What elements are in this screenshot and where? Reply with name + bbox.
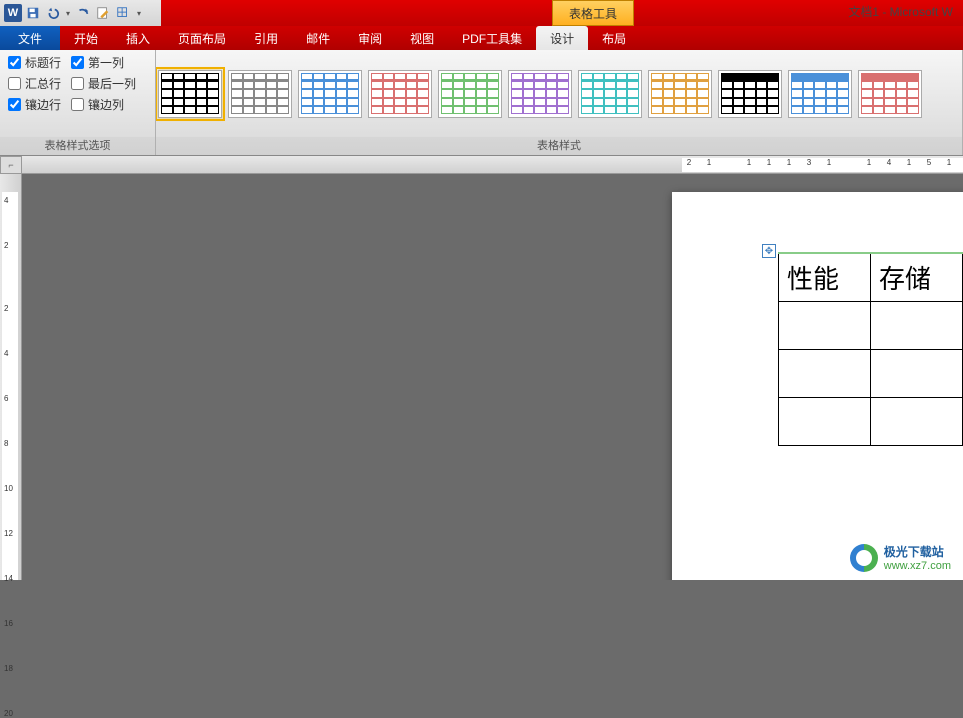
group-table-style-options: 标题行 第一列汇总行 最后一列镶边行 镶边列 表格样式选项 xyxy=(0,50,156,155)
watermark-line2: www.xz7.com xyxy=(884,560,951,572)
edit-icon[interactable] xyxy=(94,4,112,22)
tab-页面布局[interactable]: 页面布局 xyxy=(164,26,240,50)
title-bar: W ▾ ▾ 表格工具 文档1 - Microsoft W xyxy=(0,0,963,26)
checkbox-label: 汇总行 xyxy=(25,75,61,92)
checkbox-label: 镶边行 xyxy=(25,96,61,113)
redo-icon[interactable] xyxy=(74,4,92,22)
table-style-thumb-2[interactable] xyxy=(298,70,362,118)
check-镶边行[interactable]: 镶边行 xyxy=(8,96,61,113)
checkbox-input[interactable] xyxy=(8,56,21,69)
group-label-table-styles: 表格样式 xyxy=(156,137,962,155)
tab-视图[interactable]: 视图 xyxy=(396,26,448,50)
table-cell[interactable] xyxy=(779,397,871,445)
tab-file[interactable]: 文件 xyxy=(0,26,60,50)
vertical-ruler[interactable]: 422468101214161820 xyxy=(0,174,22,580)
tab-邮件[interactable]: 邮件 xyxy=(292,26,344,50)
table-style-thumb-0[interactable] xyxy=(158,70,222,118)
table-cell[interactable]: 性能 xyxy=(779,253,871,301)
save-icon[interactable] xyxy=(24,4,42,22)
table-style-thumb-10[interactable] xyxy=(858,70,922,118)
table-style-thumb-3[interactable] xyxy=(368,70,432,118)
group-table-styles: 表格样式 xyxy=(156,50,963,155)
tab-设计[interactable]: 设计 xyxy=(536,26,588,50)
word-app-icon[interactable]: W xyxy=(4,4,22,22)
checkbox-input[interactable] xyxy=(8,77,21,90)
checkbox-label: 最后一列 xyxy=(88,75,136,92)
document-title: 文档1 - Microsoft W xyxy=(848,3,953,20)
undo-icon[interactable] xyxy=(44,4,62,22)
group-label-style-options: 表格样式选项 xyxy=(0,137,155,155)
checkbox-label: 第一列 xyxy=(88,54,124,71)
table-style-thumb-1[interactable] xyxy=(228,70,292,118)
table-cell[interactable] xyxy=(871,349,963,397)
checkbox-input[interactable] xyxy=(8,98,21,111)
tab-插入[interactable]: 插入 xyxy=(112,26,164,50)
tab-布局[interactable]: 布局 xyxy=(588,26,640,50)
ruler-corner[interactable]: ⌐ xyxy=(0,156,22,174)
checkbox-input[interactable] xyxy=(71,77,84,90)
document-table[interactable]: 性能存储 xyxy=(778,252,963,446)
table-cell[interactable] xyxy=(779,349,871,397)
watermark-logo-icon xyxy=(850,544,878,572)
check-标题行[interactable]: 标题行 xyxy=(8,54,61,71)
checkbox-input[interactable] xyxy=(71,56,84,69)
tab-审阅[interactable]: 审阅 xyxy=(344,26,396,50)
contextual-tab-table-tools[interactable]: 表格工具 xyxy=(552,0,634,26)
tab-PDF工具集[interactable]: PDF工具集 xyxy=(448,26,536,50)
tab-开始[interactable]: 开始 xyxy=(60,26,112,50)
table-row[interactable]: 性能存储 xyxy=(779,253,963,301)
checkbox-label: 标题行 xyxy=(25,54,61,71)
table-cell[interactable] xyxy=(779,301,871,349)
table-style-thumb-7[interactable] xyxy=(648,70,712,118)
checkbox-label: 镶边列 xyxy=(88,96,124,113)
watermark-line1: 极光下载站 xyxy=(884,543,951,560)
qat-more-icon[interactable]: ▾ xyxy=(134,4,144,22)
table-move-handle-icon[interactable] xyxy=(762,244,776,258)
table-row[interactable] xyxy=(779,397,963,445)
check-最后一列[interactable]: 最后一列 xyxy=(71,75,136,92)
quick-access-toolbar: W ▾ ▾ xyxy=(0,0,148,26)
table-cell[interactable]: 存储 xyxy=(871,253,963,301)
check-汇总行[interactable]: 汇总行 xyxy=(8,75,61,92)
ribbon: 标题行 第一列汇总行 最后一列镶边行 镶边列 表格样式选项 表格样式 xyxy=(0,50,963,156)
table-cell[interactable] xyxy=(871,301,963,349)
watermark: 极光下载站 www.xz7.com xyxy=(850,543,951,572)
tab-引用[interactable]: 引用 xyxy=(240,26,292,50)
table-paint-icon[interactable] xyxy=(114,4,132,22)
table-row[interactable] xyxy=(779,349,963,397)
dropdown-icon[interactable]: ▾ xyxy=(64,4,72,22)
horizontal-ruler[interactable]: 211113114151 xyxy=(22,156,963,174)
table-style-thumb-9[interactable] xyxy=(788,70,852,118)
checkbox-input[interactable] xyxy=(71,98,84,111)
table-cell[interactable] xyxy=(871,397,963,445)
check-第一列[interactable]: 第一列 xyxy=(71,54,136,71)
table-row[interactable] xyxy=(779,301,963,349)
ribbon-tabstrip: 文件 开始插入页面布局引用邮件审阅视图PDF工具集设计布局 xyxy=(0,26,963,50)
check-镶边列[interactable]: 镶边列 xyxy=(71,96,136,113)
table-style-thumb-8[interactable] xyxy=(718,70,782,118)
table-style-thumb-4[interactable] xyxy=(438,70,502,118)
document-area[interactable]: 性能存储 极光下载站 www.xz7.com xyxy=(22,174,963,580)
table-style-thumb-5[interactable] xyxy=(508,70,572,118)
table-style-thumb-6[interactable] xyxy=(578,70,642,118)
